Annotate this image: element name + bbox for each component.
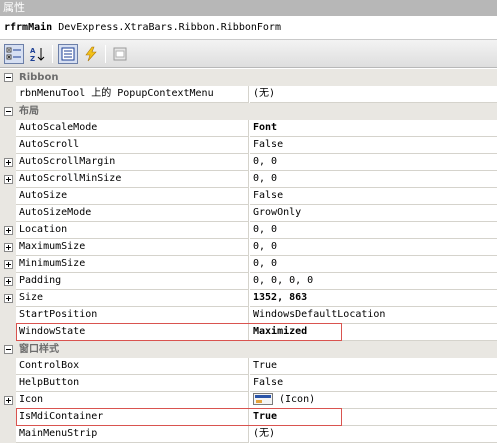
expand-icon[interactable] xyxy=(4,260,13,269)
property-value[interactable]: 0, 0 xyxy=(250,171,497,188)
property-row-autoscalemode[interactable]: AutoScaleMode Font xyxy=(0,120,497,137)
property-value[interactable]: Maximized xyxy=(250,324,497,341)
property-name: AutoSize xyxy=(16,188,249,205)
collapse-icon[interactable] xyxy=(4,73,13,82)
property-value[interactable]: 0, 0 xyxy=(250,154,497,171)
property-name: WindowState xyxy=(16,324,249,341)
property-row-minimumsize[interactable]: MinimumSize 0, 0 xyxy=(0,256,497,273)
property-row-size[interactable]: Size 1352, 863 xyxy=(0,290,497,307)
collapse-icon[interactable] xyxy=(4,107,13,116)
property-value[interactable]: False xyxy=(250,375,497,392)
events-lightning-icon xyxy=(85,46,97,62)
property-name: AutoScrollMinSize xyxy=(16,171,249,188)
property-row-maximumsize[interactable]: MaximumSize 0, 0 xyxy=(0,239,497,256)
property-value[interactable]: 0, 0 xyxy=(250,239,497,256)
property-value[interactable]: 0, 0, 0, 0 xyxy=(250,273,497,290)
property-value-cell[interactable]: (Icon) xyxy=(250,392,497,409)
expand-icon[interactable] xyxy=(4,226,13,235)
expand-icon[interactable] xyxy=(4,243,13,252)
property-pages-button[interactable] xyxy=(110,44,130,64)
expand-icon[interactable] xyxy=(4,294,13,303)
property-row-autosizemode[interactable]: AutoSizeMode GrowOnly xyxy=(0,205,497,222)
property-name: HelpButton xyxy=(16,375,249,392)
property-name: Padding xyxy=(16,273,249,290)
property-row-padding[interactable]: Padding 0, 0, 0, 0 xyxy=(0,273,497,290)
property-name: AutoSizeMode xyxy=(16,205,249,222)
property-name: AutoScrollMargin xyxy=(16,154,249,171)
svg-text:A: A xyxy=(30,47,36,55)
property-name: AutoScroll xyxy=(16,137,249,154)
property-name: MaximumSize xyxy=(16,239,249,256)
property-name: rbnMenuTool 上的 PopupContextMenu xyxy=(16,86,249,103)
property-name: IsMdiContainer xyxy=(16,409,249,426)
properties-icon xyxy=(61,47,75,61)
property-value[interactable]: 0, 0 xyxy=(250,222,497,239)
property-grid: Ribbon rbnMenuTool 上的 PopupContextMenu (… xyxy=(0,69,497,443)
property-value[interactable]: (无) xyxy=(250,86,497,103)
collapse-icon[interactable] xyxy=(4,345,13,354)
events-button[interactable] xyxy=(81,44,101,64)
property-row-autoscrollminsize[interactable]: AutoScrollMinSize 0, 0 xyxy=(0,171,497,188)
property-row-mainmenustrip[interactable]: MainMenuStrip (无) xyxy=(0,426,497,443)
properties-button[interactable] xyxy=(58,44,78,64)
property-row-windowstate[interactable]: WindowState Maximized xyxy=(0,324,497,341)
category-ribbon[interactable]: Ribbon xyxy=(0,69,497,86)
property-name: MinimumSize xyxy=(16,256,249,273)
object-selector[interactable]: rfrmMain DevExpress.XtraBars.Ribbon.Ribb… xyxy=(0,16,497,40)
property-name: AutoScaleMode xyxy=(16,120,249,137)
property-row-startposition[interactable]: StartPosition WindowsDefaultLocation xyxy=(0,307,497,324)
property-name: Icon xyxy=(16,392,249,409)
toolbar-separator xyxy=(105,45,106,63)
expand-icon[interactable] xyxy=(4,277,13,286)
category-window-style[interactable]: 窗口样式 xyxy=(0,341,497,358)
category-layout[interactable]: 布局 xyxy=(0,103,497,120)
form-icon-preview-icon xyxy=(253,393,273,405)
property-pages-icon xyxy=(113,47,127,61)
category-label: 窗口样式 xyxy=(19,344,59,355)
object-type: DevExpress.XtraBars.Ribbon.RibbonForm xyxy=(58,22,281,33)
property-name: Location xyxy=(16,222,249,239)
property-name: MainMenuStrip xyxy=(16,426,249,443)
toolbar-separator xyxy=(52,45,53,63)
property-value[interactable]: (无) xyxy=(250,426,497,443)
alphabetical-icon: A Z xyxy=(30,47,45,62)
property-row-popup-context-menu[interactable]: rbnMenuTool 上的 PopupContextMenu (无) xyxy=(0,86,497,103)
property-value[interactable]: False xyxy=(250,137,497,154)
alphabetical-button[interactable]: A Z xyxy=(27,44,47,64)
property-value[interactable]: True xyxy=(250,358,497,375)
property-name: StartPosition xyxy=(16,307,249,324)
property-value[interactable]: True xyxy=(250,409,497,426)
property-row-helpbutton[interactable]: HelpButton False xyxy=(0,375,497,392)
properties-toolbar: A Z xyxy=(0,40,497,68)
property-name: Size xyxy=(16,290,249,307)
property-row-icon[interactable]: Icon (Icon) xyxy=(0,392,497,409)
property-value[interactable]: 0, 0 xyxy=(250,256,497,273)
property-value: (Icon) xyxy=(279,394,316,405)
property-value[interactable]: 1352, 863 xyxy=(250,290,497,307)
properties-panel-title: 属性 xyxy=(0,0,497,16)
property-name: ControlBox xyxy=(16,358,249,375)
expand-icon[interactable] xyxy=(4,396,13,405)
property-row-autoscrollmargin[interactable]: AutoScrollMargin 0, 0 xyxy=(0,154,497,171)
categorized-button[interactable] xyxy=(4,44,24,64)
expand-icon[interactable] xyxy=(4,158,13,167)
svg-text:Z: Z xyxy=(30,55,35,62)
property-row-controlbox[interactable]: ControlBox True xyxy=(0,358,497,375)
property-row-autosize[interactable]: AutoSize False xyxy=(0,188,497,205)
property-value[interactable]: Font xyxy=(250,120,497,137)
category-label: 布局 xyxy=(19,106,39,117)
property-row-location[interactable]: Location 0, 0 xyxy=(0,222,497,239)
object-name: rfrmMain xyxy=(4,22,53,33)
property-row-autoscroll[interactable]: AutoScroll False xyxy=(0,137,497,154)
categorized-icon xyxy=(6,47,21,60)
property-value[interactable]: WindowsDefaultLocation xyxy=(250,307,497,324)
property-value[interactable]: False xyxy=(250,188,497,205)
category-label: Ribbon xyxy=(19,72,59,83)
property-value[interactable]: GrowOnly xyxy=(250,205,497,222)
expand-icon[interactable] xyxy=(4,175,13,184)
property-row-ismdicontainer[interactable]: IsMdiContainer True xyxy=(0,409,497,426)
